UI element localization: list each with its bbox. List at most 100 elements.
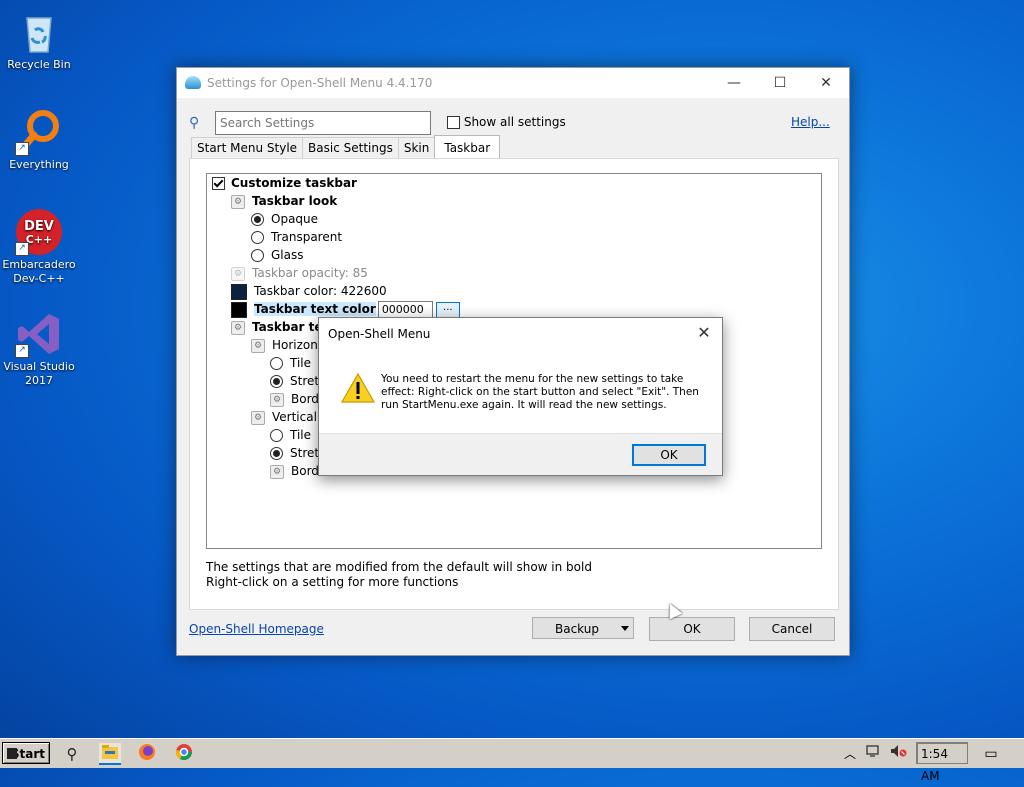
taskbar-look-label: Taskbar look bbox=[252, 194, 338, 208]
opaque-radio[interactable] bbox=[251, 213, 264, 226]
text-color-input[interactable]: 000000 bbox=[377, 301, 433, 318]
chrome-icon[interactable] bbox=[173, 743, 195, 765]
dropdown-arrow-icon bbox=[621, 626, 629, 631]
backup-button[interactable]: Backup bbox=[532, 617, 634, 639]
desktop-icon-recycle-bin[interactable]: Recycle Bin bbox=[2, 8, 76, 72]
tree-customize-taskbar[interactable]: Customize taskbar bbox=[212, 174, 357, 192]
desktop-icon-everything[interactable]: ↗ Everything bbox=[2, 108, 76, 172]
setting-gear-icon: ⚙ bbox=[231, 194, 245, 209]
tray-chevron-icon[interactable]: ︿ bbox=[839, 743, 861, 765]
setting-gear-icon: ⚙ bbox=[251, 338, 265, 353]
restart-dialog: Open-Shell Menu ✕ You need to restart th… bbox=[318, 317, 723, 476]
tree-taskbar-color[interactable]: Taskbar color: 422600 bbox=[231, 282, 387, 300]
taskbar: Start ⚲ ︿ 1:54 AM ▭ bbox=[0, 738, 1024, 783]
search-icon[interactable]: ⚲ bbox=[61, 743, 83, 765]
tree-transparent[interactable]: Transparent bbox=[251, 228, 342, 246]
setting-gear-icon: ⚙ bbox=[270, 464, 284, 479]
customize-taskbar-checkbox[interactable] bbox=[212, 177, 225, 190]
clock[interactable]: 1:54 AM bbox=[916, 742, 968, 783]
help-link[interactable]: Help... bbox=[791, 115, 830, 129]
warning-icon bbox=[341, 372, 375, 403]
transparent-label: Transparent bbox=[271, 230, 343, 244]
svg-text:DEV: DEV bbox=[24, 219, 54, 234]
everything-label: Everything bbox=[9, 158, 69, 171]
volume-muted-icon[interactable] bbox=[888, 743, 910, 765]
dialog-footer: OK bbox=[319, 433, 722, 475]
devcpp-icon: DEV C++ ↗ bbox=[15, 208, 63, 256]
desktop-icon-devcpp[interactable]: DEV C++ ↗ Embarcadero Dev-C++ bbox=[2, 208, 76, 286]
show-all-label: Show all settings bbox=[463, 115, 566, 129]
tab-taskbar[interactable]: Taskbar bbox=[434, 135, 501, 158]
show-all-settings[interactable]: Show all settings bbox=[447, 115, 566, 129]
v-stretch-radio[interactable] bbox=[270, 447, 283, 460]
v-tile-label: Tile bbox=[290, 428, 312, 442]
h-stretch-radio[interactable] bbox=[270, 375, 283, 388]
info-line-1: The settings that are modified from the … bbox=[206, 560, 592, 574]
search-icon: ⚲ bbox=[189, 115, 200, 131]
opacity-label: Taskbar opacity: 85 bbox=[252, 266, 368, 280]
v-tile-radio[interactable] bbox=[270, 429, 283, 442]
desktop-icon-visual-studio[interactable]: ↗ Visual Studio 2017 bbox=[2, 310, 76, 388]
window-title: Settings for Open-Shell Menu 4.4.170 bbox=[207, 76, 433, 90]
tab-start-menu-style[interactable]: Start Menu Style bbox=[191, 137, 304, 158]
tree-text-color[interactable]: Taskbar text color 000000... bbox=[231, 300, 460, 318]
svg-text:C++: C++ bbox=[26, 233, 53, 246]
visual-studio-icon: ↗ bbox=[15, 310, 63, 358]
maximize-button[interactable]: ☐ bbox=[757, 68, 803, 98]
text-color-swatch bbox=[231, 301, 247, 318]
dialog-message: You need to restart the menu for the new… bbox=[381, 373, 699, 411]
setting-gear-icon: ⚙ bbox=[251, 410, 265, 425]
tab-basic-settings[interactable]: Basic Settings bbox=[302, 137, 399, 158]
tree-v-tile[interactable]: Tile bbox=[270, 426, 311, 444]
backup-label: Backup bbox=[555, 622, 599, 636]
shortcut-arrow-icon: ↗ bbox=[15, 142, 29, 156]
dialog-ok-button[interactable]: OK bbox=[632, 444, 706, 466]
text-color-label: Taskbar text color bbox=[254, 302, 376, 316]
notification-icon[interactable]: ▭ bbox=[980, 743, 1002, 765]
start-logo-icon bbox=[7, 748, 17, 759]
devcpp-label: Embarcadero Dev-C++ bbox=[2, 258, 76, 285]
tree-h-tile[interactable]: Tile bbox=[270, 354, 311, 372]
visual-studio-label: Visual Studio 2017 bbox=[3, 360, 75, 387]
glass-label: Glass bbox=[271, 248, 304, 262]
info-text: The settings that are modified from the … bbox=[206, 560, 592, 590]
firefox-icon[interactable] bbox=[136, 743, 158, 765]
file-explorer-icon[interactable] bbox=[99, 743, 121, 765]
start-button[interactable]: Start bbox=[2, 742, 50, 764]
tree-opacity[interactable]: ⚙ Taskbar opacity: 85 bbox=[231, 264, 368, 282]
setting-gear-icon: ⚙ bbox=[231, 320, 245, 335]
title-bar[interactable]: Settings for Open-Shell Menu 4.4.170 — ☐… bbox=[177, 68, 849, 98]
tree-taskbar-look[interactable]: ⚙ Taskbar look bbox=[231, 192, 337, 210]
minimize-button[interactable]: — bbox=[711, 68, 757, 98]
dialog-title: Open-Shell Menu bbox=[328, 327, 431, 341]
tab-bar: Start Menu Style Basic Settings Skin Tas… bbox=[191, 135, 501, 159]
taskbar-color-swatch bbox=[231, 283, 247, 300]
recycle-bin-label: Recycle Bin bbox=[7, 58, 71, 71]
color-picker-button[interactable]: ... bbox=[435, 301, 460, 318]
tree-glass[interactable]: Glass bbox=[251, 246, 304, 264]
ok-button[interactable]: OK bbox=[649, 617, 735, 641]
taskbar-color-label: Taskbar color: 422600 bbox=[254, 284, 387, 298]
network-icon[interactable] bbox=[862, 743, 884, 765]
h-tile-label: Tile bbox=[290, 356, 312, 370]
glass-radio[interactable] bbox=[251, 249, 264, 262]
transparent-radio[interactable] bbox=[251, 231, 264, 244]
cancel-button[interactable]: Cancel bbox=[749, 617, 835, 641]
opaque-label: Opaque bbox=[271, 212, 319, 226]
close-button[interactable]: ✕ bbox=[803, 68, 849, 98]
customize-taskbar-label: Customize taskbar bbox=[231, 176, 357, 190]
homepage-link[interactable]: Open-Shell Homepage bbox=[189, 622, 324, 636]
search-input[interactable] bbox=[215, 111, 431, 135]
h-tile-radio[interactable] bbox=[270, 357, 283, 370]
tab-skin[interactable]: Skin bbox=[397, 137, 436, 158]
everything-icon: ↗ bbox=[15, 108, 63, 156]
tree-opaque[interactable]: Opaque bbox=[251, 210, 318, 228]
shortcut-arrow-icon: ↗ bbox=[15, 344, 29, 358]
setting-gear-icon: ⚙ bbox=[270, 392, 284, 407]
setting-gear-icon: ⚙ bbox=[231, 266, 245, 281]
show-all-checkbox[interactable] bbox=[447, 116, 460, 129]
info-line-2: Right-click on a setting for more functi… bbox=[206, 575, 459, 589]
dialog-close-button[interactable]: ✕ bbox=[694, 322, 714, 344]
shortcut-arrow-icon: ↗ bbox=[15, 242, 29, 256]
open-shell-icon bbox=[185, 76, 201, 89]
